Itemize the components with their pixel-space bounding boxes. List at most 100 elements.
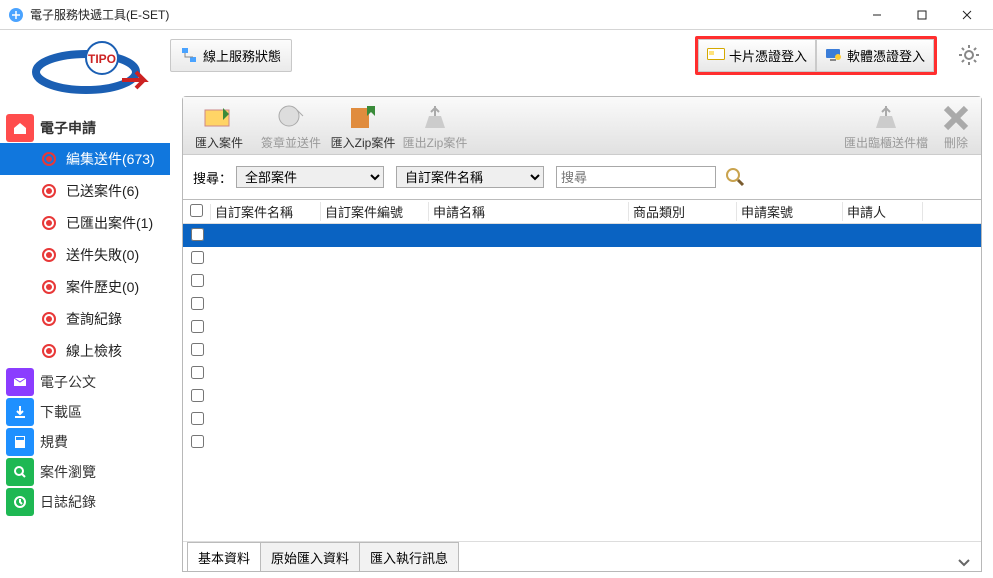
search-field-select[interactable]: 自訂案件名稱 — [396, 166, 544, 188]
card-login-button[interactable]: 卡片憑證登入 — [698, 39, 816, 72]
radio-icon — [42, 184, 56, 198]
nav-tree: 電子申請 編集送件(673) 已送案件(6) 已匯出案件(1) 送件失敗(0) … — [0, 113, 170, 517]
tool-label: 匯入案件 — [195, 136, 243, 150]
import-case-button[interactable]: 匯入案件 — [183, 102, 255, 154]
nav-root-label: 案件瀏覽 — [40, 462, 96, 482]
col-case-no[interactable]: 申請案號 — [737, 202, 843, 221]
download-icon — [6, 398, 34, 426]
horizontal-scrollbar[interactable] — [183, 492, 965, 509]
nav-root-edoc[interactable]: 電子公文 — [0, 367, 170, 397]
grid-header: 自訂案件名稱 自訂案件編號 申請名稱 商品類別 申請案號 申請人 — [183, 200, 981, 224]
tool-label: 匯出臨櫃送件檔 — [844, 136, 928, 150]
import-zip-button[interactable]: 匯入Zip案件 — [327, 102, 399, 154]
delete-x-icon — [942, 104, 970, 132]
service-status-label: 線上服務狀態 — [203, 46, 281, 65]
nav-child-label: 編集送件(673) — [66, 149, 155, 169]
row-checkbox[interactable] — [191, 228, 204, 241]
row-checkbox[interactable] — [191, 412, 204, 425]
nav-child-history[interactable]: 案件歷史(0) — [0, 271, 170, 303]
nav-root-download[interactable]: 下載區 — [0, 397, 170, 427]
nav-root-fee[interactable]: 規費 — [0, 427, 170, 457]
col-apply-name[interactable]: 申請名稱 — [429, 202, 629, 221]
grid-row[interactable] — [183, 362, 981, 385]
nav-child-label: 送件失敗(0) — [66, 245, 139, 265]
card-login-label: 卡片憑證登入 — [729, 46, 807, 65]
card-icon — [707, 47, 725, 63]
tab-exec-msg[interactable]: 匯入執行訊息 — [359, 542, 459, 571]
nav-child-query[interactable]: 查詢紀錄 — [0, 303, 170, 335]
close-button[interactable] — [944, 1, 989, 29]
tool-label: 匯出Zip案件 — [403, 136, 468, 150]
radio-icon — [42, 248, 56, 262]
row-checkbox[interactable] — [191, 320, 204, 333]
tab-raw-import[interactable]: 原始匯入資料 — [260, 542, 360, 571]
col-custom-name[interactable]: 自訂案件名稱 — [211, 202, 321, 221]
search-scope-select[interactable]: 全部案件 — [236, 166, 384, 188]
folder-import-icon — [203, 102, 235, 132]
nav-child-verify[interactable]: 線上檢核 — [0, 335, 170, 367]
minimize-button[interactable] — [854, 1, 899, 29]
radio-icon — [42, 344, 56, 358]
zip-import-icon — [347, 102, 379, 132]
grid-row[interactable] — [183, 431, 981, 454]
chevron-down-icon[interactable] — [955, 553, 973, 571]
window-title: 電子服務快遞工具(E-SET) — [30, 6, 854, 23]
grid-row[interactable] — [183, 293, 981, 316]
vertical-scrollbar[interactable] — [965, 199, 981, 492]
grid-row[interactable] — [183, 224, 981, 247]
nav-child-label: 查詢紀錄 — [66, 309, 122, 329]
nav-root-log[interactable]: 日誌紀錄 — [0, 487, 170, 517]
grid-row[interactable] — [183, 385, 981, 408]
col-category[interactable]: 商品類別 — [629, 202, 737, 221]
row-checkbox[interactable] — [191, 435, 204, 448]
delete-button[interactable]: 刪除 — [931, 104, 981, 154]
search-icon[interactable] — [724, 166, 746, 188]
row-checkbox[interactable] — [191, 251, 204, 264]
nav-child-edit-send[interactable]: 編集送件(673) — [0, 143, 170, 175]
row-checkbox[interactable] — [191, 366, 204, 379]
search-row: 搜尋： 全部案件 自訂案件名稱 — [183, 155, 981, 199]
maximize-button[interactable] — [899, 1, 944, 29]
export-zip-button[interactable]: 匯出Zip案件 — [399, 102, 471, 154]
app-icon — [8, 7, 24, 23]
export-counter-file-button[interactable]: 匯出臨櫃送件檔 — [841, 102, 931, 154]
sign-send-button[interactable]: 簽章並送件 — [255, 102, 327, 154]
nav-child-sent[interactable]: 已送案件(6) — [0, 175, 170, 207]
nav-child-exported[interactable]: 已匯出案件(1) — [0, 207, 170, 239]
zip-export-icon — [419, 102, 451, 132]
grid-row[interactable] — [183, 270, 981, 293]
login-highlight-box: 卡片憑證登入 軟體憑證登入 — [695, 36, 937, 75]
soft-login-label: 軟體憑證登入 — [847, 46, 925, 65]
row-checkbox[interactable] — [191, 389, 204, 402]
tab-basic[interactable]: 基本資料 — [187, 542, 261, 571]
select-all-checkbox[interactable] — [183, 204, 211, 220]
nav-root-browse[interactable]: 案件瀏覽 — [0, 457, 170, 487]
search-input[interactable] — [556, 166, 716, 188]
nav-child-failed[interactable]: 送件失敗(0) — [0, 239, 170, 271]
svg-text:TIPO: TIPO — [88, 52, 116, 66]
stamp-send-icon — [275, 102, 307, 132]
titlebar: 電子服務快遞工具(E-SET) — [0, 0, 993, 30]
row-checkbox[interactable] — [191, 274, 204, 287]
nav-root-label: 下載區 — [40, 402, 82, 422]
history-icon — [6, 488, 34, 516]
row-checkbox[interactable] — [191, 343, 204, 356]
tool-label: 刪除 — [944, 136, 968, 150]
mail-icon — [6, 368, 34, 396]
service-status-button[interactable]: 線上服務狀態 — [170, 39, 292, 72]
col-applicant[interactable]: 申請人 — [843, 202, 923, 221]
nav-child-label: 已匯出案件(1) — [66, 213, 153, 233]
nav-root-label: 日誌紀錄 — [40, 492, 96, 512]
grid-row[interactable] — [183, 408, 981, 431]
grid-row[interactable] — [183, 339, 981, 362]
col-custom-no[interactable]: 自訂案件編號 — [321, 202, 429, 221]
soft-login-button[interactable]: 軟體憑證登入 — [816, 39, 934, 72]
row-checkbox[interactable] — [191, 297, 204, 310]
grid-row[interactable] — [183, 316, 981, 339]
nav-root-apply[interactable]: 電子申請 — [0, 113, 170, 143]
nav-child-label: 已送案件(6) — [66, 181, 139, 201]
data-grid: 自訂案件名稱 自訂案件編號 申請名稱 商品類別 申請案號 申請人 — [183, 199, 981, 454]
network-icon — [181, 47, 197, 63]
grid-row[interactable] — [183, 247, 981, 270]
settings-gear-icon[interactable] — [957, 43, 981, 67]
